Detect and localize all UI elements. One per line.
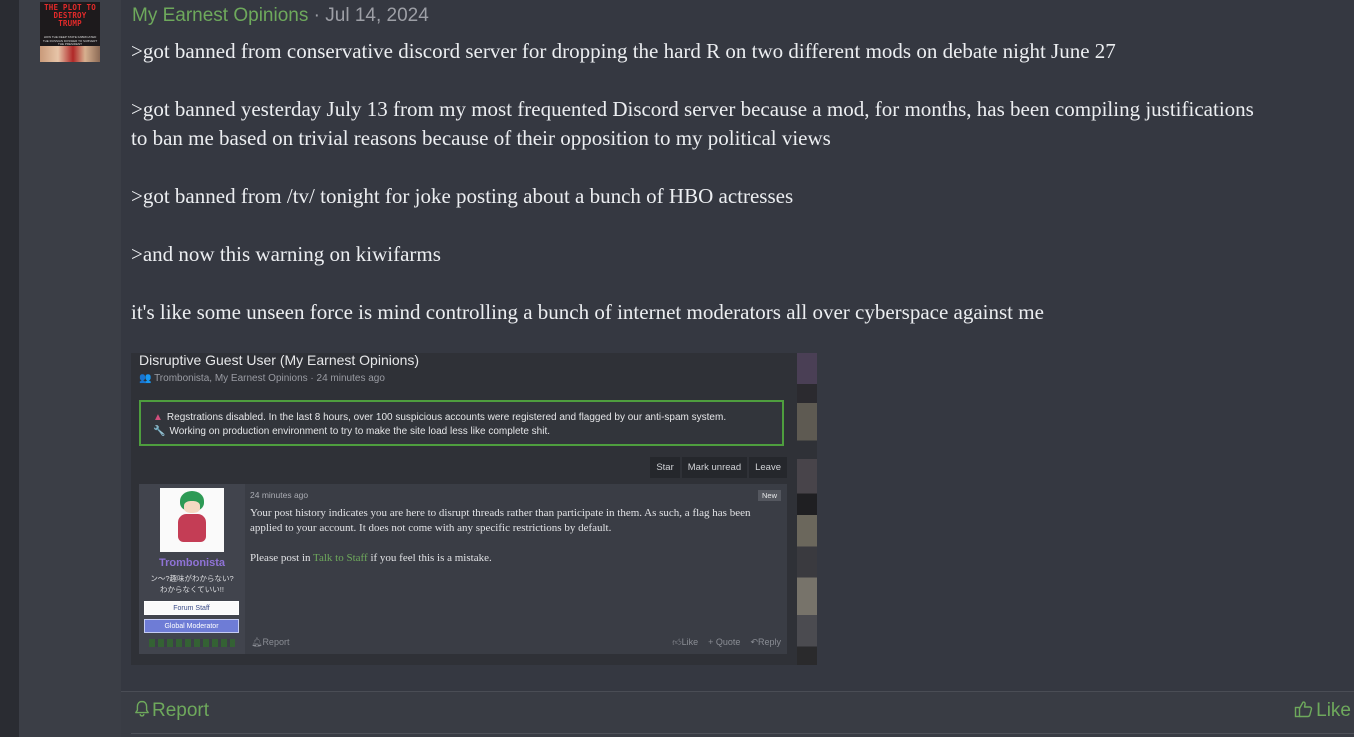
embed-side-strip xyxy=(797,353,817,665)
embed-leave-button: Leave xyxy=(749,457,787,478)
embed-like-label: Like xyxy=(681,637,699,647)
embed-thread-meta-text: Trombonista, My Earnest Opinions · 24 mi… xyxy=(154,373,385,384)
embed-post: Trombonista ン〜?趣味がわからない? わからなくていい!! Foru… xyxy=(139,484,787,654)
embed-user-title: ン〜?趣味がわからない? わからなくていい!! xyxy=(139,573,245,595)
like-button[interactable]: Like xyxy=(1294,700,1351,722)
embed-reply: ↶Reply xyxy=(750,637,781,648)
embed-avatar xyxy=(160,488,224,552)
embed-body-p1: Your post history indicates you are here… xyxy=(250,507,751,534)
meta-separator: · xyxy=(313,5,320,26)
post-paragraph: >got banned yesterday July 13 from my mo… xyxy=(131,97,1254,150)
report-label: Report xyxy=(152,700,210,721)
embed-badge-staff: Forum Staff xyxy=(144,601,239,615)
embed-userbox: Trombonista ン〜?趣味がわからない? わからなくていい!! Foru… xyxy=(139,484,245,654)
embed-report: 🔔︎Report xyxy=(251,637,289,648)
post-date-link[interactable]: Jul 14, 2024 xyxy=(325,5,429,26)
post-paragraph: >got banned from conservative discord se… xyxy=(131,39,1116,63)
bell-icon: 🔔︎ xyxy=(251,637,263,647)
embed-talk-to-staff-link: Talk to Staff xyxy=(313,552,368,564)
post-author-link[interactable]: My Earnest Opinions xyxy=(132,5,308,26)
embed-actions: 👍︎Like + Quote ↶Reply xyxy=(672,637,781,648)
embed-thread-buttons: Star Mark unread Leave xyxy=(650,457,787,478)
embed-notice-line2-text: Working on production environment to try… xyxy=(169,426,551,437)
bottom-border xyxy=(131,733,1354,734)
embed-thread-meta: 👥 Trombonista, My Earnest Opinions · 24 … xyxy=(139,373,385,384)
embed-mark-unread-button: Mark unread xyxy=(681,457,748,478)
embed-user-title-line2: わからなくていい!! xyxy=(160,585,224,594)
post-paragraph: >got banned from /tv/ tonight for joke p… xyxy=(131,184,794,208)
post-meta: My Earnest Opinions · Jul 14, 2024 xyxy=(132,5,429,27)
post-footer xyxy=(121,692,1354,737)
embed-notice-line1-text: Regstrations disabled. In the last 8 hou… xyxy=(166,412,727,423)
users-icon: 👥 xyxy=(139,373,155,384)
thumbs-up-icon xyxy=(1294,701,1313,718)
avatar-title: THE PLOT TO DESTROY TRUMP xyxy=(44,3,96,28)
avatar-photo xyxy=(40,46,100,62)
post-paragraph: >and now this warning on kiwifarms xyxy=(131,242,441,266)
embed-body-p2-pre: Please post in xyxy=(250,552,314,564)
embed-like: 👍︎Like xyxy=(672,637,698,648)
avatar-subtitle: HOW THE DEEP STATE FABRICATED THE RUSSIA… xyxy=(42,35,98,46)
embedded-screenshot[interactable]: Disruptive Guest User (My Earnest Opinio… xyxy=(131,353,817,665)
embed-body-p2: Please post in Talk to Staff if you feel… xyxy=(250,551,785,566)
embed-notice-line2: 🔧 Working on production environment to tr… xyxy=(153,426,550,437)
report-button[interactable]: Report xyxy=(134,700,209,722)
reply-icon: ↶ xyxy=(750,637,758,647)
embed-user-title-line1: ン〜?趣味がわからない? xyxy=(150,574,234,583)
embed-post-body: Your post history indicates you are here… xyxy=(250,506,785,581)
embed-reply-label: Reply xyxy=(757,637,781,647)
embed-notice: ▲ Regstrations disabled. In the last 8 ho… xyxy=(139,400,784,446)
embed-star-button: Star xyxy=(650,457,680,478)
embed-post-time: 24 minutes ago xyxy=(250,490,309,500)
embed-report-label: Report xyxy=(262,637,290,647)
user-column xyxy=(19,0,121,737)
embed-notice-line1: ▲ Regstrations disabled. In the last 8 ho… xyxy=(153,412,726,423)
warning-icon: ▲ xyxy=(153,412,163,423)
embed-username: Trombonista xyxy=(158,557,225,569)
embed-quote: + Quote xyxy=(708,637,741,647)
bell-icon xyxy=(135,700,149,717)
like-label: Like xyxy=(1316,700,1351,721)
embed-badge-gmod: Global Moderator xyxy=(144,619,239,633)
wrench-icon: 🔧 xyxy=(153,426,166,437)
embed-user-banner xyxy=(149,639,235,647)
embed-thread-title: Disruptive Guest User (My Earnest Opinio… xyxy=(139,353,420,368)
thumbs-up-icon: 👍︎ xyxy=(672,637,682,647)
embed-new-badge: New xyxy=(757,490,781,501)
left-rail xyxy=(0,0,19,737)
avatar[interactable]: THE PLOT TO DESTROY TRUMP HOW THE DEEP S… xyxy=(40,2,100,62)
embed-body-p2-post: if you feel this is a mistake. xyxy=(367,552,492,564)
post-body: >got banned from conservative discord se… xyxy=(131,37,1271,356)
post-paragraph: it's like some unseen force is mind cont… xyxy=(131,300,1044,324)
